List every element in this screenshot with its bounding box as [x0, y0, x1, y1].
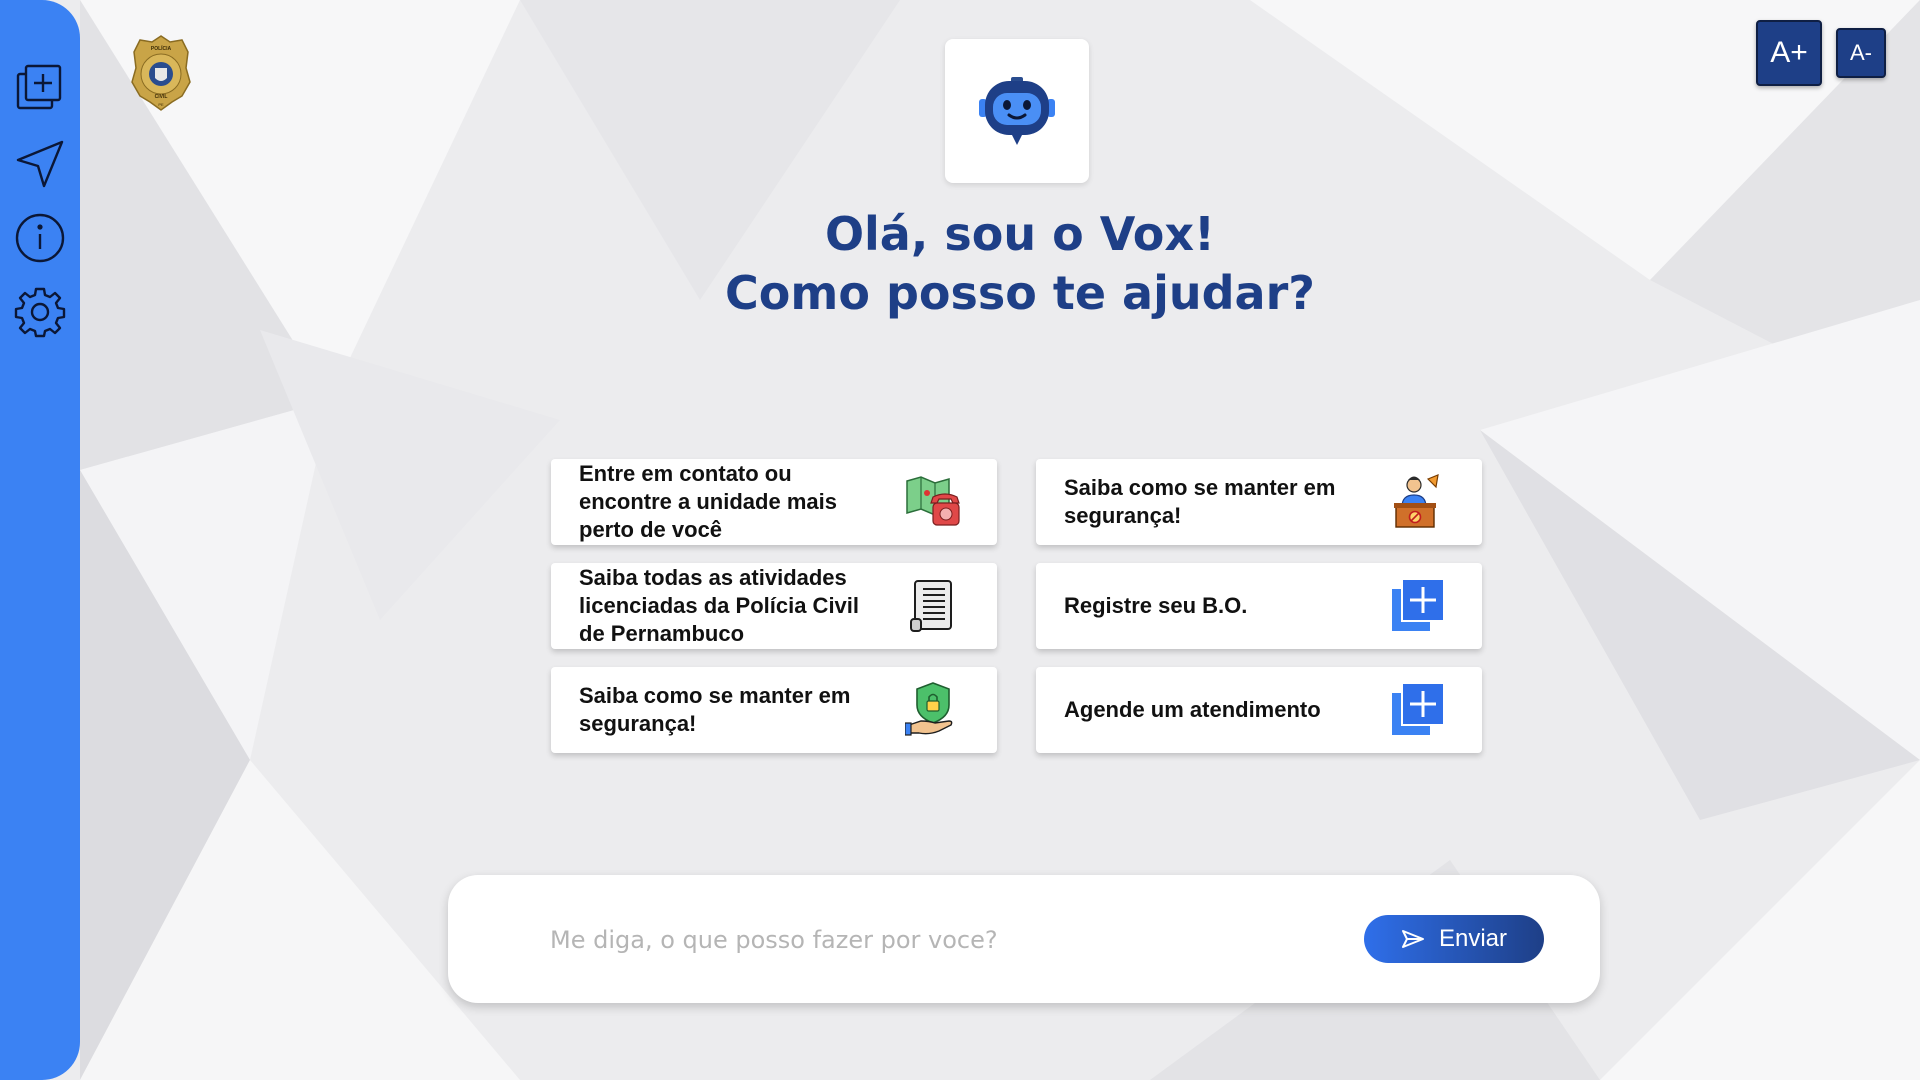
card-label: Saiba como se manter em segurança!	[1064, 475, 1336, 528]
card-label: Registre seu B.O.	[1064, 593, 1248, 618]
map-phone-icon	[906, 476, 960, 526]
greeting-heading: Olá, sou o Vox! Como posso te ajudar?	[560, 205, 1480, 323]
badge-text-state: PE	[158, 102, 164, 107]
card-label: Agende um atendimento	[1064, 697, 1321, 722]
send-button[interactable]: Enviar	[1364, 915, 1544, 963]
card-label: Saiba como se manter em segurança!	[579, 683, 851, 736]
chat-message-input[interactable]	[548, 915, 1252, 965]
new-chat-icon[interactable]	[12, 60, 68, 116]
navigation-arrow-icon[interactable]	[12, 136, 68, 192]
add-copy-icon	[1392, 578, 1445, 631]
gear-icon[interactable]	[12, 284, 68, 340]
chat-input-bar: Enviar	[448, 875, 1600, 1003]
card-licensed-activities[interactable]: Saiba todas as atividades licenciadas da…	[551, 563, 997, 649]
font-increase-button[interactable]: A+	[1756, 20, 1822, 86]
policia-civil-badge-logo: POLÍCIA CIVIL PE	[131, 35, 191, 111]
shield-lock-hand-icon	[905, 682, 953, 736]
card-safety-shield[interactable]: Saiba como se manter em segurança!	[551, 667, 997, 753]
info-icon[interactable]	[12, 210, 68, 266]
send-button-label: Enviar	[1438, 925, 1508, 952]
badge-text-bottom: CIVIL	[155, 94, 168, 100]
card-contact-unit[interactable]: Entre em contato ou encontre a unidade m…	[551, 459, 997, 545]
greeting-line-2: Como posso te ajudar?	[725, 266, 1315, 320]
font-decrease-button[interactable]: A-	[1836, 28, 1886, 78]
document-scroll-icon	[910, 580, 952, 632]
card-register-bo[interactable]: Registre seu B.O.	[1036, 563, 1482, 649]
add-copy-icon	[1392, 682, 1445, 735]
card-schedule-appointment[interactable]: Agende um atendimento	[1036, 667, 1482, 753]
sidebar	[0, 0, 80, 1080]
card-safety-tips[interactable]: Saiba como se manter em segurança!	[1036, 459, 1482, 545]
card-label: Entre em contato ou encontre a unidade m…	[579, 461, 837, 542]
officer-desk-icon	[1394, 474, 1439, 528]
card-label: Saiba todas as atividades licenciadas da…	[579, 565, 860, 646]
bot-avatar-card	[945, 39, 1089, 183]
greeting-line-1: Olá, sou o Vox!	[824, 207, 1216, 261]
badge-text-top: POLÍCIA	[151, 44, 172, 52]
send-arrow-icon	[1401, 930, 1424, 948]
robot-icon	[979, 77, 1055, 145]
